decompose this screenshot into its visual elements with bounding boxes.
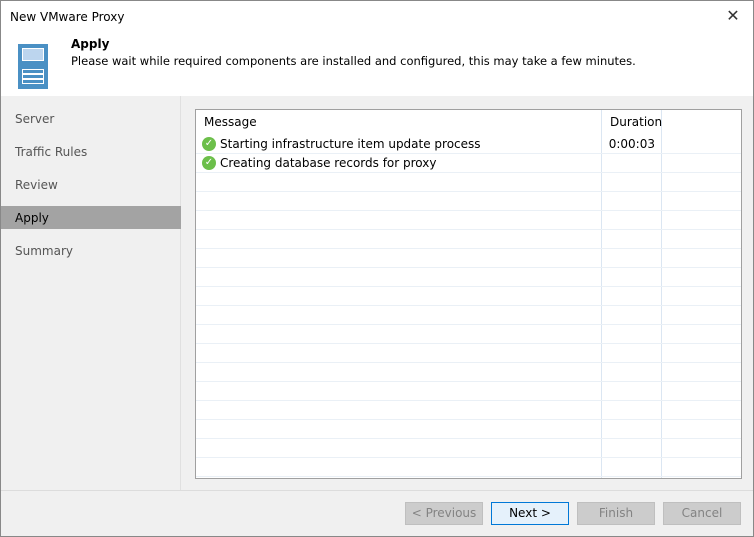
empty-row	[196, 363, 741, 382]
empty-row	[196, 268, 741, 287]
row-message: Starting infrastructure item update proc…	[220, 137, 481, 151]
sidebar-item-server[interactable]: Server	[1, 107, 181, 130]
empty-row	[196, 401, 741, 420]
success-check-icon: ✓	[202, 156, 216, 170]
sidebar-item-apply[interactable]: Apply	[1, 206, 181, 229]
empty-row	[196, 458, 741, 477]
empty-row	[196, 439, 741, 458]
empty-row	[196, 382, 741, 401]
step-description: Please wait while required components ar…	[71, 54, 636, 68]
wizard-window: New VMware Proxy ✕ Apply Please wait whi…	[0, 0, 754, 537]
sidebar-item-traffic-rules[interactable]: Traffic Rules	[1, 140, 181, 163]
empty-row	[196, 325, 741, 344]
next-button[interactable]: Next >	[491, 502, 569, 525]
footer-divider	[1, 490, 753, 491]
log-table: Message Duration ✓ Starting infrastructu…	[195, 109, 742, 479]
empty-row	[196, 211, 741, 230]
column-header-duration[interactable]: Duration	[610, 115, 662, 129]
column-header-message[interactable]: Message	[204, 115, 257, 129]
empty-row	[196, 287, 741, 306]
table-header: Message Duration	[196, 110, 741, 134]
row-message: Creating database records for proxy	[220, 156, 437, 170]
empty-row	[196, 477, 741, 478]
empty-row	[196, 249, 741, 268]
empty-row	[196, 192, 741, 211]
row-duration: 0:00:03	[608, 137, 655, 151]
empty-row	[196, 420, 741, 439]
title-bar: New VMware Proxy ✕	[1, 1, 753, 34]
previous-button[interactable]: < Previous	[405, 502, 483, 525]
empty-row	[196, 344, 741, 363]
wizard-steps: Server Traffic Rules Review Apply Summar…	[1, 96, 181, 490]
success-check-icon: ✓	[202, 137, 216, 151]
empty-row	[196, 230, 741, 249]
empty-row	[196, 306, 741, 325]
finish-button[interactable]: Finish	[577, 502, 655, 525]
window-title: New VMware Proxy	[10, 10, 125, 24]
sidebar-item-review[interactable]: Review	[1, 173, 181, 196]
table-row[interactable]: ✓ Creating database records for proxy	[196, 154, 741, 173]
sidebar-item-summary[interactable]: Summary	[1, 239, 181, 262]
proxy-server-icon	[18, 44, 48, 89]
table-row[interactable]: ✓ Starting infrastructure item update pr…	[196, 135, 741, 154]
close-icon[interactable]: ✕	[723, 6, 743, 25]
empty-row	[196, 173, 741, 192]
cancel-button[interactable]: Cancel	[663, 502, 741, 525]
step-header: Apply Please wait while required compone…	[1, 34, 753, 96]
step-title: Apply	[71, 37, 110, 51]
